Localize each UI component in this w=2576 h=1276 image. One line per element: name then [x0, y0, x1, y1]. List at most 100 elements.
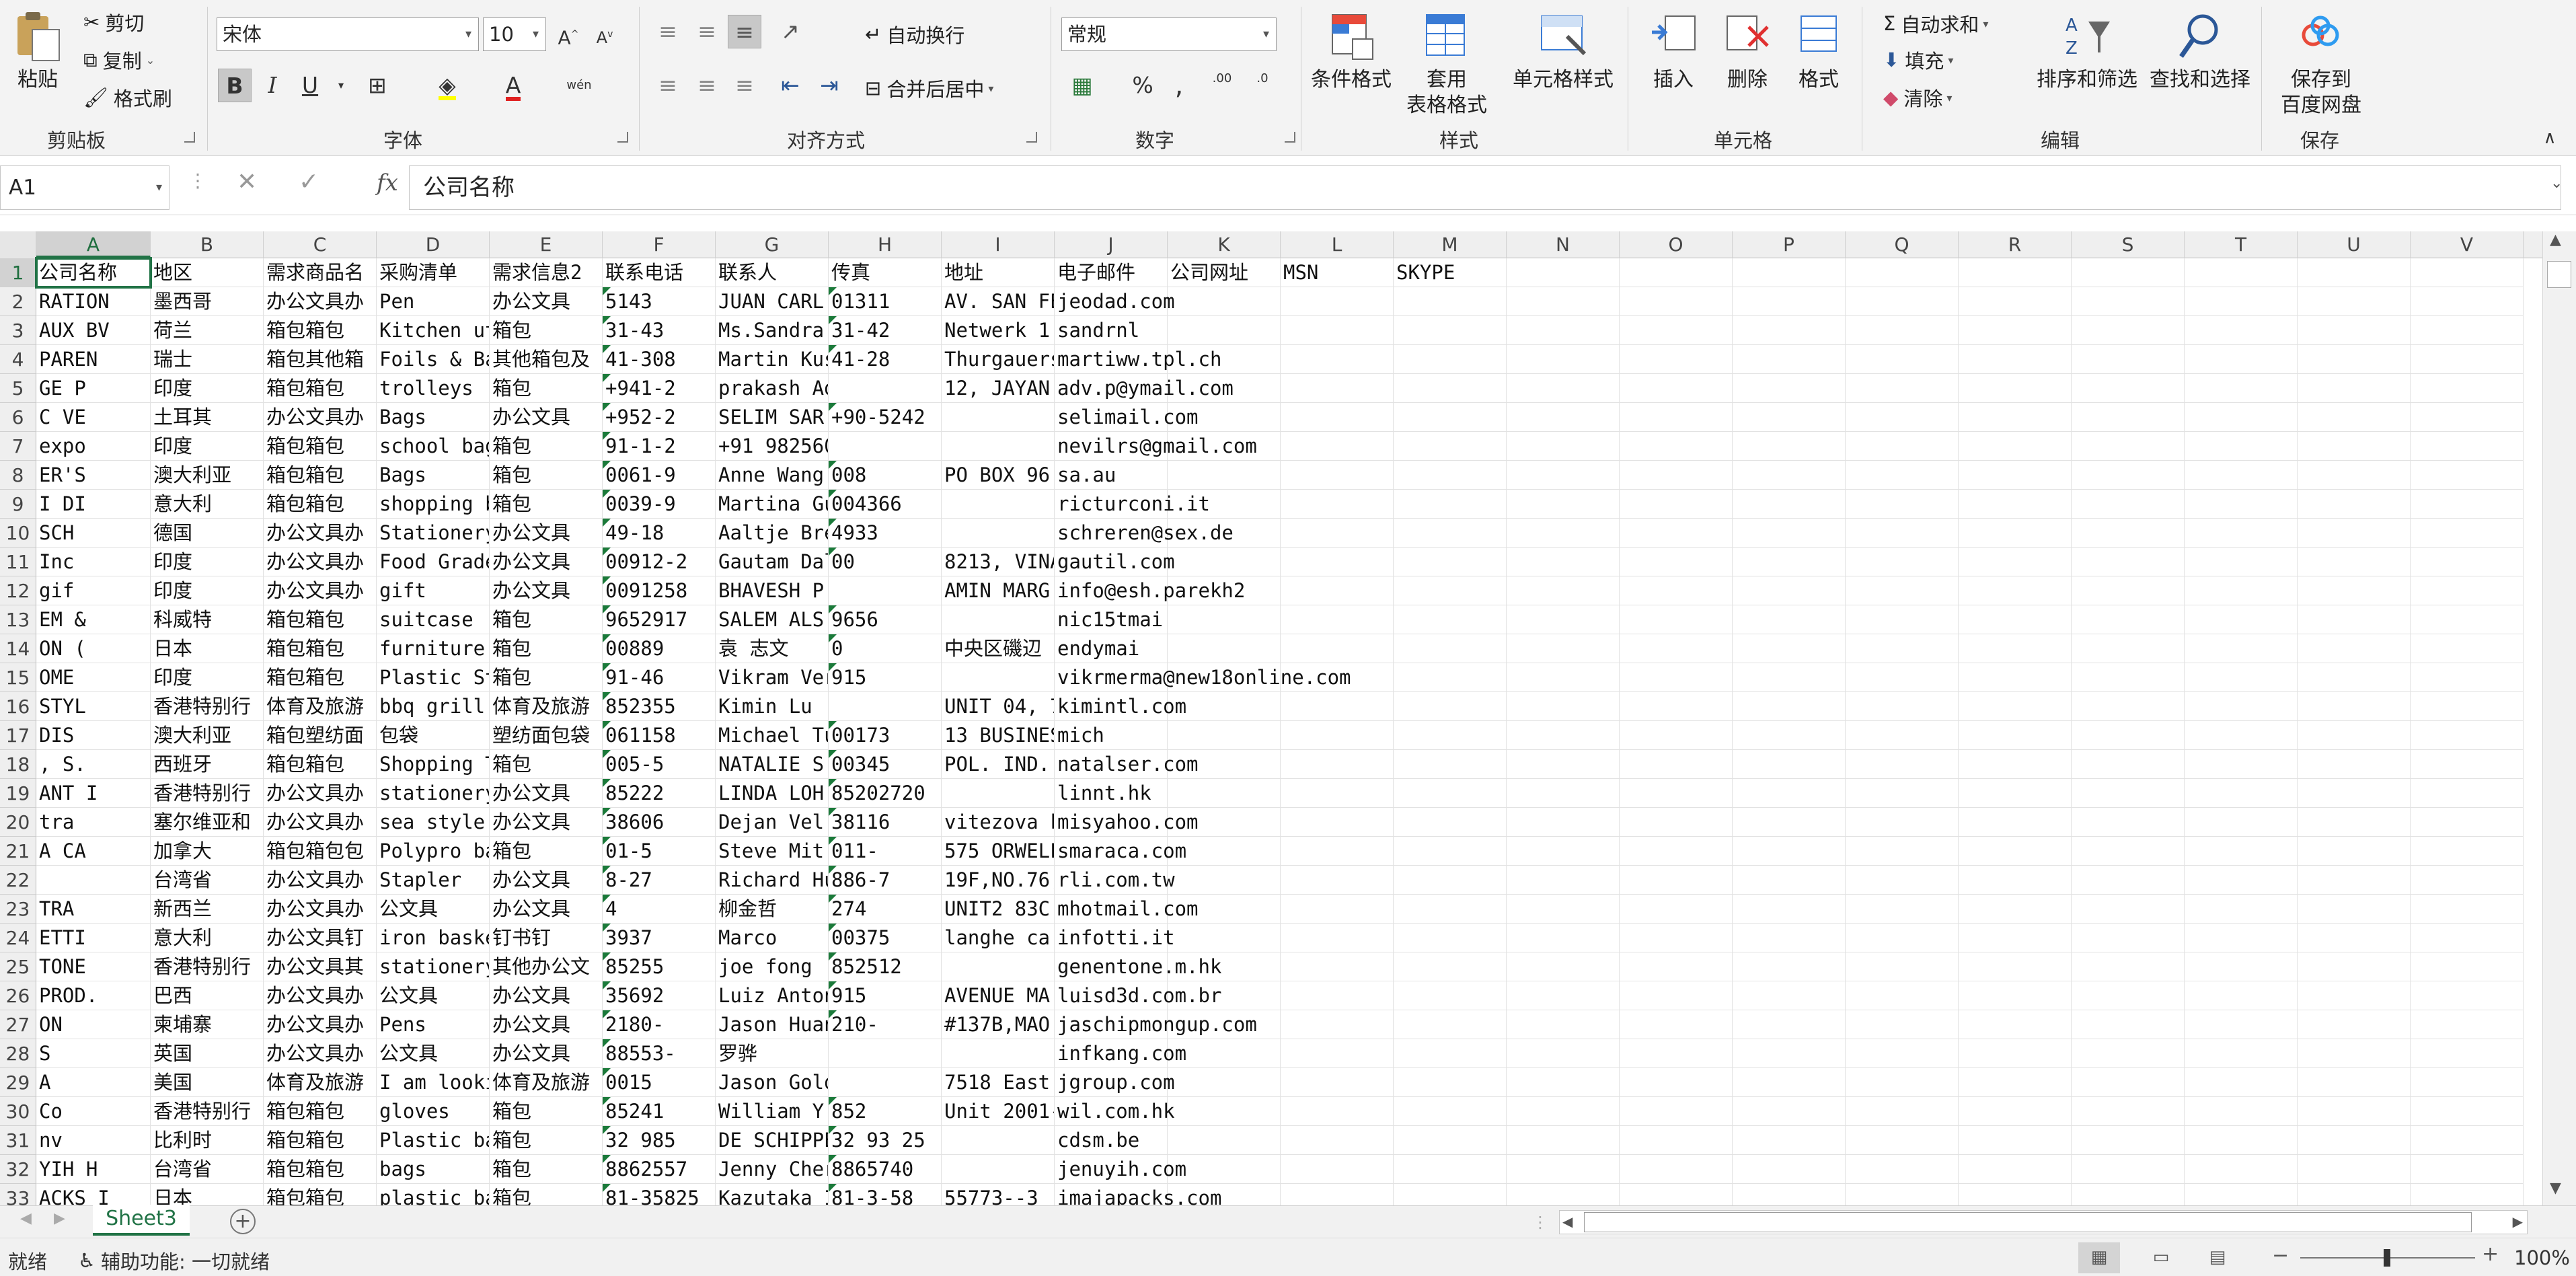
cell-V22[interactable] — [2411, 866, 2524, 895]
cell-A18[interactable]: , S. — [36, 750, 151, 779]
cell-G4[interactable]: Martin Kus — [716, 345, 829, 374]
cell-P28[interactable] — [1733, 1039, 1846, 1068]
cell-L24[interactable] — [1281, 924, 1394, 952]
cell-D22[interactable]: Stapler — [377, 866, 490, 895]
cell-V21[interactable] — [2411, 837, 2524, 866]
cell-N22[interactable] — [1507, 866, 1620, 895]
row-header[interactable]: 2 — [0, 287, 36, 316]
cell-P3[interactable] — [1733, 316, 1846, 345]
cell-B29[interactable]: 美国 — [151, 1068, 264, 1097]
cell-U2[interactable] — [2298, 287, 2411, 316]
cell-K28[interactable] — [1168, 1039, 1281, 1068]
cell-L31[interactable] — [1281, 1126, 1394, 1155]
row-header[interactable]: 25 — [0, 952, 36, 981]
cell-G7[interactable]: +91 9825605256 — [716, 432, 829, 461]
cell-U16[interactable] — [2298, 692, 2411, 721]
cell-P18[interactable] — [1733, 750, 1846, 779]
cell-I28[interactable] — [942, 1039, 1055, 1068]
cell-D19[interactable]: stationery — [377, 779, 490, 808]
cell-Q8[interactable] — [1846, 461, 1959, 490]
cell-H20[interactable]: 38116 — [829, 808, 942, 837]
cell-E24[interactable]: 钉书钉 — [490, 924, 603, 952]
cell-A2[interactable]: RATION — [36, 287, 151, 316]
cell-V26[interactable] — [2411, 981, 2524, 1010]
cell-N20[interactable] — [1507, 808, 1620, 837]
cell-J15[interactable]: vikrmerma@new18online.com — [1055, 663, 1351, 692]
cell-N25[interactable] — [1507, 952, 1620, 981]
row-header[interactable]: 6 — [0, 403, 36, 432]
cell-F7[interactable]: 91-1-2 — [603, 432, 716, 461]
cell-P7[interactable] — [1733, 432, 1846, 461]
cell-K26[interactable] — [1168, 981, 1281, 1010]
cell-M14[interactable] — [1394, 634, 1507, 663]
cell-M17[interactable] — [1394, 721, 1507, 750]
cell-K31[interactable] — [1168, 1126, 1281, 1155]
row-header[interactable]: 10 — [0, 519, 36, 548]
cell-A22[interactable] — [36, 866, 151, 895]
cell-J3[interactable]: sandrnl — [1055, 316, 1168, 345]
cell-N3[interactable] — [1507, 316, 1620, 345]
cell-V16[interactable] — [2411, 692, 2524, 721]
column-header-C[interactable]: C — [264, 231, 377, 258]
cell-S26[interactable] — [2072, 981, 2185, 1010]
cell-M6[interactable] — [1394, 403, 1507, 432]
cell-M4[interactable] — [1394, 345, 1507, 374]
cell-N7[interactable] — [1507, 432, 1620, 461]
cell-P6[interactable] — [1733, 403, 1846, 432]
cell-O18[interactable] — [1620, 750, 1733, 779]
cell-B12[interactable]: 印度 — [151, 576, 264, 605]
row-header[interactable]: 23 — [0, 895, 36, 924]
cell-N4[interactable] — [1507, 345, 1620, 374]
horizontal-scrollbar[interactable]: ◀ ▶ — [1559, 1210, 2528, 1234]
cell-H9[interactable]: 004366 — [829, 490, 942, 519]
cell-H5[interactable] — [829, 374, 942, 403]
autosum-button[interactable]: Σ 自动求和 ▾ — [1883, 9, 1988, 38]
cell-G17[interactable]: Michael Tu — [716, 721, 829, 750]
cell-R5[interactable] — [1959, 374, 2072, 403]
cell-U30[interactable] — [2298, 1097, 2411, 1126]
cell-I17[interactable]: 13 BUSINES — [942, 721, 1055, 750]
cell-O3[interactable] — [1620, 316, 1733, 345]
cell-O6[interactable] — [1620, 403, 1733, 432]
cell-B24[interactable]: 意大利 — [151, 924, 264, 952]
cell-K3[interactable] — [1168, 316, 1281, 345]
cell-H15[interactable]: 915 — [829, 663, 942, 692]
sheet-tab[interactable]: Sheet3 — [93, 1205, 190, 1236]
cell-N24[interactable] — [1507, 924, 1620, 952]
cell-I30[interactable]: Unit 2001- — [942, 1097, 1055, 1126]
cell-N9[interactable] — [1507, 490, 1620, 519]
cell-P11[interactable] — [1733, 548, 1846, 576]
cell-A16[interactable]: STYL — [36, 692, 151, 721]
cell-F11[interactable]: 00912-2 — [603, 548, 716, 576]
cell-Q16[interactable] — [1846, 692, 1959, 721]
cell-J10[interactable]: schreren@sex.de — [1055, 519, 1234, 548]
column-header-R[interactable]: R — [1959, 231, 2072, 258]
cell-Q18[interactable] — [1846, 750, 1959, 779]
cell-L27[interactable] — [1281, 1010, 1394, 1039]
cell-J22[interactable]: rli.com.tw — [1055, 866, 1175, 895]
cell-O33[interactable] — [1620, 1184, 1733, 1205]
cell-I5[interactable]: 12, JAYAN — [942, 374, 1055, 403]
cell-N10[interactable] — [1507, 519, 1620, 548]
cell-R33[interactable] — [1959, 1184, 2072, 1205]
cell-T18[interactable] — [2185, 750, 2298, 779]
cell-M20[interactable] — [1394, 808, 1507, 837]
cell-Q4[interactable] — [1846, 345, 1959, 374]
scroll-right-icon[interactable]: ▶ — [2513, 1213, 2523, 1230]
cell-H13[interactable]: 9656 — [829, 605, 942, 634]
align-right-icon[interactable]: ≡ — [728, 69, 761, 102]
cell-D30[interactable]: gloves — [377, 1097, 490, 1126]
row-header[interactable]: 22 — [0, 866, 36, 895]
cell-U20[interactable] — [2298, 808, 2411, 837]
cell-A20[interactable]: tra — [36, 808, 151, 837]
cell-B3[interactable]: 荷兰 — [151, 316, 264, 345]
column-header-G[interactable]: G — [716, 231, 829, 258]
cell-C24[interactable]: 办公文具钉 — [264, 924, 377, 952]
cell-L8[interactable] — [1281, 461, 1394, 490]
cell-R6[interactable] — [1959, 403, 2072, 432]
cell-K18[interactable] — [1168, 750, 1281, 779]
cell-V30[interactable] — [2411, 1097, 2524, 1126]
cell-R32[interactable] — [1959, 1155, 2072, 1184]
cell-I10[interactable] — [942, 519, 1055, 548]
cell-Q11[interactable] — [1846, 548, 1959, 576]
